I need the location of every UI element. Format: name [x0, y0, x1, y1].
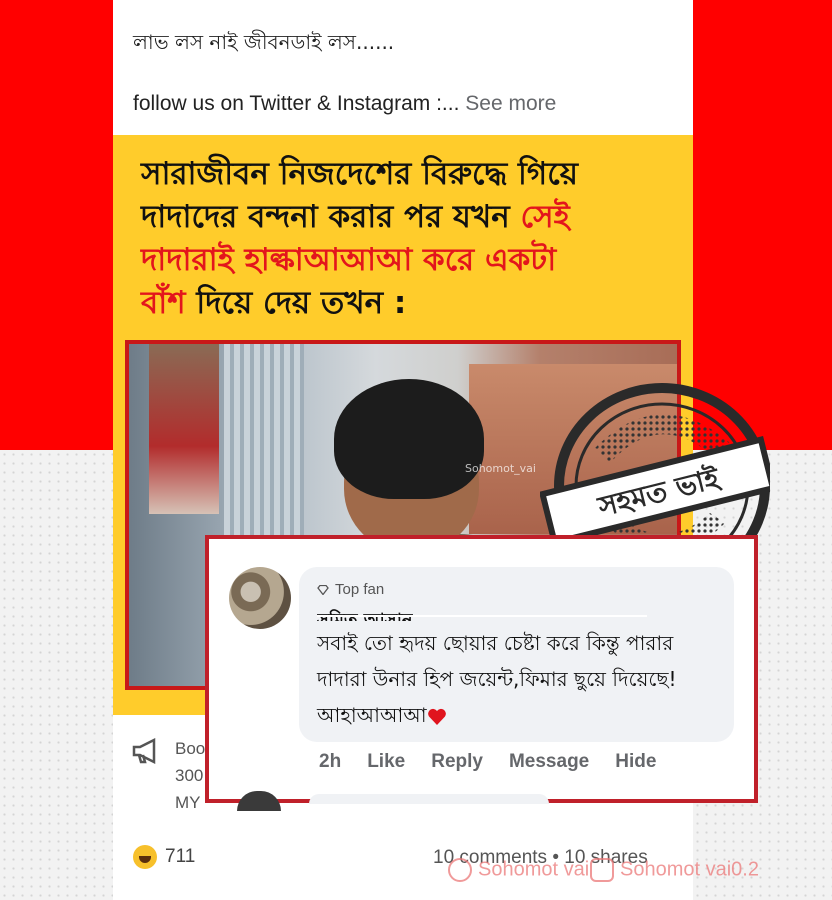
comment-text: সবাই তো হৃদয় ছোয়ার চেষ্টা করে কিন্তু প…	[317, 625, 727, 733]
photo-man-hair	[334, 379, 484, 499]
meme-line-4-highlight: বাঁশ	[141, 285, 186, 321]
see-more-link[interactable]: See more	[465, 92, 556, 115]
twitter-watermark: Sohomot vai	[448, 858, 589, 882]
name-divider	[317, 615, 647, 617]
next-comment-bubble	[309, 794, 549, 804]
megaphone-icon	[132, 738, 156, 764]
meme-line-2: দাদাদের বন্দনা করার পর যখন সেই	[141, 196, 671, 239]
sponsored-line-1: Boo	[175, 739, 206, 758]
meme-line-4: বাঁশ দিয়ে দেয় তখন :	[141, 282, 671, 325]
reply-button[interactable]: Reply	[431, 751, 483, 772]
message-button[interactable]: Message	[509, 751, 589, 772]
meme-line-3: দাদারাই হাল্কাআআআ করে একটা	[141, 242, 557, 278]
haha-reaction-icon	[133, 845, 157, 869]
like-button[interactable]: Like	[367, 751, 405, 772]
meme-line-2-a: দাদাদের বন্দনা করার পর যখন	[141, 199, 521, 235]
post-caption: লাভ লস নাই জীবনডাই লস......	[133, 30, 395, 54]
meme-caption: সারাজীবন নিজদেশের বিরুদ্ধে গিয়ে দাদাদের…	[141, 153, 671, 325]
twitter-watermark-text: Sohomot vai	[478, 858, 590, 881]
photo-background-person	[149, 344, 219, 514]
top-fan-label: Top fan	[335, 581, 385, 598]
sponsored-line-2: 300	[175, 766, 204, 785]
photo-watermark: Sohomot_vai	[465, 462, 536, 475]
instagram-watermark-text: Sohomot vai0.2	[620, 858, 759, 881]
comment-time: 2h	[319, 751, 342, 772]
next-comment-avatar	[237, 791, 281, 811]
top-fan-badge: Top fan	[317, 581, 384, 598]
meme-line-4-b: দিয়ে দেয় তখন :	[185, 285, 407, 321]
post-follow-text: follow us on Twitter & Instagram :... Se…	[133, 92, 556, 116]
comment-screenshot: Top fan সুমিত আসান সবাই তো হৃদয় ছোয়ার …	[205, 535, 758, 811]
twitter-icon	[448, 858, 472, 882]
commenter-avatar[interactable]	[229, 567, 291, 629]
heart-icon	[427, 708, 446, 725]
meme-line-2-highlight: সেই	[520, 199, 570, 235]
comment-actions: 2h Like Reply Message Hide	[319, 751, 682, 773]
sponsored-text[interactable]: Boo 300 MY	[175, 735, 205, 816]
meme-line-1: সারাজীবন নিজদেশের বিরুদ্ধে গিয়ে	[141, 156, 578, 192]
comment-body: সবাই তো হৃদয় ছোয়ার চেষ্টা করে কিন্তু প…	[317, 631, 677, 727]
instagram-icon	[590, 858, 614, 882]
sponsored-line-3: MY	[175, 793, 201, 812]
follow-text: follow us on Twitter & Instagram :...	[133, 92, 460, 115]
instagram-watermark: Sohomot vai0.2	[590, 858, 759, 882]
comment-bubble: Top fan সুমিত আসান সবাই তো হৃদয় ছোয়ার …	[299, 567, 734, 742]
reaction-count: 711	[165, 846, 196, 868]
hide-button[interactable]: Hide	[615, 751, 656, 772]
diamond-icon	[317, 585, 329, 596]
reaction-summary[interactable]: 711	[133, 845, 195, 869]
